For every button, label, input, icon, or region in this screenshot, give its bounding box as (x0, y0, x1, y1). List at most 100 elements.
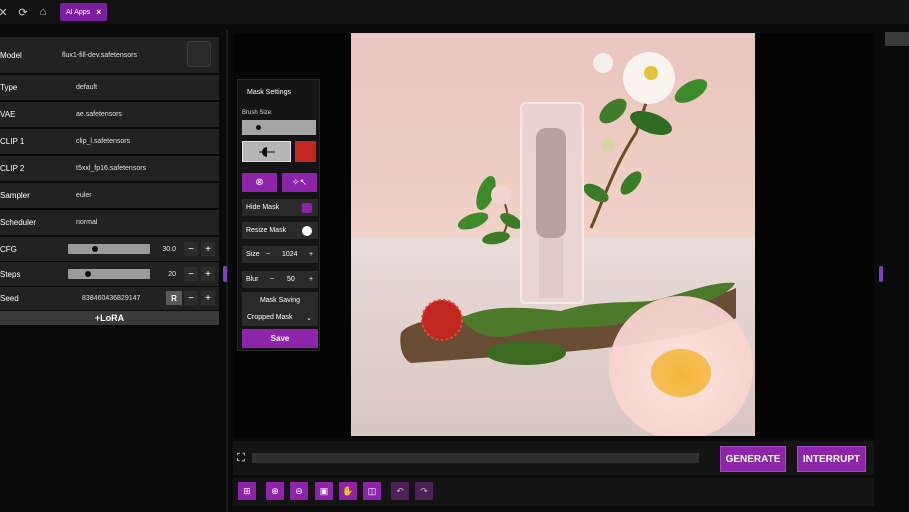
hide-mask-checkbox[interactable] (302, 202, 312, 213)
brush-half-icon (258, 146, 275, 157)
tab-ai-apps[interactable]: AI Apps × (60, 3, 108, 21)
clip2-value[interactable]: t5xxl_fp16.safetensors (76, 165, 146, 172)
product-photo (351, 52, 755, 436)
hand-icon: ✋ (342, 485, 354, 496)
mask-saving-label: Mask Saving (259, 297, 301, 304)
brush-tool-button[interactable] (242, 141, 291, 162)
seed-decrement-button[interactable]: − (184, 291, 198, 305)
model-label: Model (0, 50, 22, 60)
model-value[interactable]: flux1-fill-dev.safetensors (62, 52, 137, 59)
steps-row: Steps 20 − + (0, 262, 219, 286)
refresh-icon[interactable]: ⟳ (14, 3, 32, 21)
model-row[interactable]: Model flux1-fill-dev.safetensors (0, 37, 219, 73)
clip2-row[interactable]: CLIP 2 t5xxl_fp16.safetensors (0, 156, 219, 181)
tab-label: AI Apps (66, 8, 91, 16)
size-increment-button[interactable]: + (309, 251, 313, 258)
blur-increment-button[interactable]: + (309, 276, 313, 283)
steps-decrement-button[interactable]: − (184, 267, 198, 281)
image-canvas[interactable] (351, 33, 755, 436)
steps-slider[interactable] (68, 269, 150, 279)
mask-settings-title: Mask Settings (247, 89, 291, 96)
blur-decrement-button[interactable]: − (270, 276, 274, 283)
magic-mask-button[interactable]: ✧↖ (282, 173, 317, 192)
brush-size-knob[interactable] (256, 125, 261, 130)
resize-mask-row[interactable]: Resize Mask (242, 222, 318, 239)
home-icon[interactable]: ⌂ (34, 3, 52, 21)
hide-mask-label: Hide Mask (246, 204, 280, 211)
zoom-in-icon: ⊕ (271, 485, 279, 496)
right-resize-handle[interactable] (879, 266, 883, 282)
clear-circle-icon: ⊗ (255, 177, 264, 188)
scheduler-row[interactable]: Scheduler normal (0, 210, 219, 235)
cfg-decrement-button[interactable]: − (184, 242, 198, 256)
size-decrement-button[interactable]: − (266, 251, 270, 258)
redo-icon: ↷ (420, 485, 428, 496)
fullscreen-icon[interactable]: ⛶ (235, 452, 247, 464)
brush-size-slider[interactable] (242, 120, 316, 135)
split-view-icon: ◫ (367, 485, 377, 496)
sampler-row[interactable]: Sampler euler (0, 183, 219, 208)
type-value[interactable]: default (76, 84, 97, 91)
hide-mask-row[interactable]: Hide Mask (242, 199, 318, 216)
cfg-row: CFG 30.0 − + (0, 237, 219, 261)
seed-value[interactable]: 838460436829147 (82, 295, 140, 302)
save-mask-button[interactable]: Save (242, 329, 318, 348)
steps-increment-button[interactable]: + (201, 267, 215, 281)
cfg-slider[interactable] (68, 244, 150, 254)
picture-icon: ▣ (319, 485, 329, 496)
add-image-button[interactable]: ⊞ (238, 482, 256, 500)
undo-button[interactable]: ↶ (391, 482, 409, 500)
scheduler-label: Scheduler (0, 218, 37, 227)
brush-size-label: Brush Size: (242, 110, 273, 116)
blur-label: Blur (246, 276, 259, 283)
cfg-value: 30.0 (162, 245, 176, 253)
cfg-label: CFG (0, 244, 17, 254)
scheduler-value[interactable]: normal (76, 219, 97, 226)
size-value[interactable]: 1024 (282, 251, 298, 258)
cfg-slider-knob[interactable] (92, 246, 98, 252)
clip2-label: CLIP 2 (0, 164, 25, 173)
right-panel-tab[interactable] (885, 32, 909, 46)
mask-saving-select[interactable]: Cropped Mask ⌄ (242, 309, 318, 326)
resize-mask-toggle[interactable] (302, 225, 312, 236)
generate-button[interactable]: GENERATE (720, 446, 786, 472)
fit-image-button[interactable]: ▣ (315, 482, 333, 500)
type-label: Type (0, 83, 18, 92)
tab-close-icon[interactable]: × (96, 7, 101, 17)
progress-bar (252, 453, 699, 463)
vae-label: VAE (0, 110, 16, 119)
seed-random-button[interactable]: R (166, 291, 182, 305)
undo-icon: ↶ (396, 485, 404, 496)
clear-mask-button[interactable]: ⊗ (242, 173, 277, 192)
cursor-sparkle-icon: ✧↖ (291, 177, 308, 187)
sampler-label: Sampler (0, 191, 30, 200)
redo-button[interactable]: ↷ (415, 482, 433, 500)
clip1-value[interactable]: clip_l.safetensors (76, 138, 130, 145)
sampler-value[interactable]: euler (76, 192, 92, 199)
pan-tool-button[interactable]: ✋ (339, 482, 357, 500)
cfg-increment-button[interactable]: + (201, 242, 215, 256)
type-row[interactable]: Type default (0, 75, 219, 100)
compare-button[interactable]: ◫ (363, 482, 381, 500)
vae-value[interactable]: ae.safetensors (76, 111, 122, 118)
parameter-panel: Model flux1-fill-dev.safetensors Type de… (0, 37, 219, 327)
model-thumbnail[interactable] (187, 41, 211, 67)
left-resize-handle[interactable] (223, 266, 227, 282)
blur-value[interactable]: 50 (287, 276, 295, 283)
interrupt-button[interactable]: INTERRUPT (797, 446, 866, 472)
mask-saving-header: Mask Saving (242, 292, 318, 309)
brush-color-swatch[interactable] (295, 141, 316, 162)
steps-label: Steps (0, 269, 21, 279)
seed-increment-button[interactable]: + (201, 291, 215, 305)
add-lora-button[interactable]: +LoRA (0, 311, 219, 325)
mask-saving-option: Cropped Mask (247, 314, 293, 321)
zoom-out-button[interactable]: ⊖ (290, 482, 308, 500)
close-icon[interactable]: ✕ (0, 3, 12, 21)
blur-row: Blur − 50 + (242, 271, 318, 288)
vae-row[interactable]: VAE ae.safetensors (0, 102, 219, 127)
steps-value: 20 (168, 270, 176, 278)
zoom-in-button[interactable]: ⊕ (266, 482, 284, 500)
size-row: Size − 1024 + (242, 246, 318, 263)
clip1-row[interactable]: CLIP 1 clip_l.safetensors (0, 129, 219, 154)
steps-slider-knob[interactable] (85, 271, 91, 277)
